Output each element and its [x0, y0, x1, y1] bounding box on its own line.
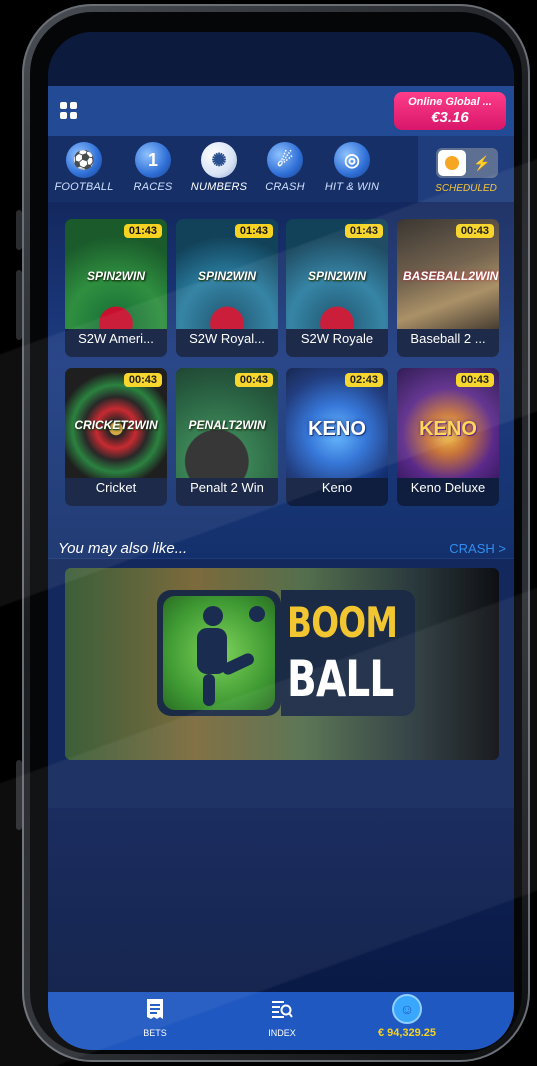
lightning-icon: ⚡ — [473, 155, 491, 171]
volume-down-button — [16, 760, 22, 830]
nav-bets[interactable]: BETS — [110, 998, 200, 1038]
category-label: HIT & WIN — [324, 181, 380, 193]
wallet-name: Online Global ... — [408, 96, 492, 108]
receipt-icon — [147, 999, 163, 1019]
countdown-badge: 00:43 — [455, 224, 494, 238]
countdown-badge: 00:43 — [123, 373, 162, 387]
countdown-badge: 01:43 — [123, 224, 162, 238]
wallet-button[interactable]: Online Global ... €3.16 — [394, 92, 506, 130]
recommendation-title: You may also like... — [58, 540, 188, 557]
top-header: Online Global ... €3.16 — [48, 86, 514, 136]
wallet-amount: €3.16 — [431, 109, 469, 126]
boom-ball-banner[interactable]: BOOM BALL — [65, 568, 499, 760]
nav-index-label: INDEX — [268, 1028, 296, 1038]
game-name: S2W Royal... — [189, 331, 265, 346]
game-logo: BASEBALL2WIN — [403, 269, 499, 283]
schedule-switch[interactable]: ⚡ — [436, 148, 498, 178]
game-logo: SPIN2WIN — [197, 269, 256, 283]
game-name: Penalt 2 Win — [190, 480, 264, 495]
game-logo: KENO — [308, 418, 366, 440]
countdown-badge: 01:43 — [344, 224, 383, 238]
countdown-badge: 00:43 — [455, 373, 494, 387]
category-football[interactable]: ⚽ FOOTBALL — [48, 142, 120, 193]
bottom-nav: BETS INDEX ☺ € 94,329.25 — [48, 992, 514, 1050]
nav-index[interactable]: INDEX — [237, 998, 327, 1038]
category-numbers[interactable]: ✺ NUMBERS — [183, 142, 255, 193]
countdown-badge: 00:43 — [234, 373, 273, 387]
hit-and-win-icon: ◎ — [334, 142, 370, 178]
nav-balance[interactable]: ☺ € 94,329.25 — [362, 994, 452, 1039]
game-tile[interactable]: BASEBALL2WIN 00:43 Baseball 2 ... — [397, 219, 499, 357]
game-logo: PENALT2WIN — [188, 418, 266, 432]
banner-title-line2: BALL — [287, 650, 394, 708]
banner-title-line1: BOOM — [287, 598, 398, 647]
game-logo: KENO — [419, 418, 477, 440]
game-name: S2W Royale — [300, 331, 374, 346]
game-name: Keno — [321, 480, 353, 495]
stopwatch-icon — [438, 150, 466, 176]
app-screen: Online Global ... €3.16 ⚽ FOOTBALL 1 RAC… — [48, 32, 514, 1050]
races-icon: 1 — [135, 142, 171, 178]
category-label: NUMBERS — [190, 181, 248, 193]
nav-bets-label: BETS — [143, 1028, 167, 1038]
game-tile[interactable]: SPIN2WIN 01:43 S2W Ameri... — [65, 219, 167, 357]
game-name: Cricket — [95, 480, 137, 495]
game-name: Baseball 2 ... — [410, 331, 486, 346]
volume-up-button — [16, 270, 22, 340]
status-area — [48, 32, 514, 86]
balance-amount: € 94,329.25 — [377, 1027, 437, 1039]
list-search-icon — [272, 1001, 293, 1018]
countdown-badge: 02:43 — [344, 373, 383, 387]
game-name: S2W Ameri... — [78, 331, 154, 346]
category-label: CRASH — [265, 181, 305, 193]
game-tile[interactable]: CRICKET2WIN 00:43 Cricket — [65, 368, 167, 506]
banner-title-frame: BOOM BALL — [281, 590, 415, 716]
game-name: Keno Deluxe — [410, 480, 486, 495]
category-races[interactable]: 1 RACES — [117, 142, 189, 193]
game-tile[interactable]: SPIN2WIN 01:43 S2W Royale — [286, 219, 388, 357]
grid-menu-icon[interactable] — [60, 102, 78, 120]
game-tile[interactable]: PENALT2WIN 00:43 Penalt 2 Win — [176, 368, 278, 506]
football-icon: ⚽ — [66, 142, 102, 178]
category-label: RACES — [133, 181, 173, 193]
game-tile[interactable]: KENO 00:43 Keno Deluxe — [397, 368, 499, 506]
crash-link[interactable]: CRASH > — [449, 541, 506, 556]
game-logo: SPIN2WIN — [86, 269, 145, 283]
countdown-badge: 01:43 — [234, 224, 273, 238]
scheduled-label: SCHEDULED — [435, 183, 497, 194]
player-kicking-icon — [163, 596, 275, 710]
category-bar: ⚽ FOOTBALL 1 RACES ✺ NUMBERS ☄ CRASH ◎ H… — [48, 136, 514, 202]
category-crash[interactable]: ☄ CRASH — [249, 142, 321, 193]
game-logo: CRICKET2WIN — [74, 418, 158, 432]
game-logo: SPIN2WIN — [307, 269, 366, 283]
numbers-icon: ✺ — [201, 142, 237, 178]
game-tile[interactable]: SPIN2WIN 01:43 S2W Royal... — [176, 219, 278, 357]
game-tile[interactable]: KENO 02:43 Keno — [286, 368, 388, 506]
mute-switch — [16, 210, 22, 250]
category-label: FOOTBALL — [54, 181, 114, 193]
empty-content-area — [48, 808, 514, 992]
scheduled-toggle[interactable]: ⚡ SCHEDULED — [418, 136, 514, 202]
category-hit-and-win[interactable]: ◎ HIT & WIN — [316, 142, 388, 193]
avatar-smiley-icon: ☺ — [392, 994, 422, 1024]
crash-icon: ☄ — [267, 142, 303, 178]
